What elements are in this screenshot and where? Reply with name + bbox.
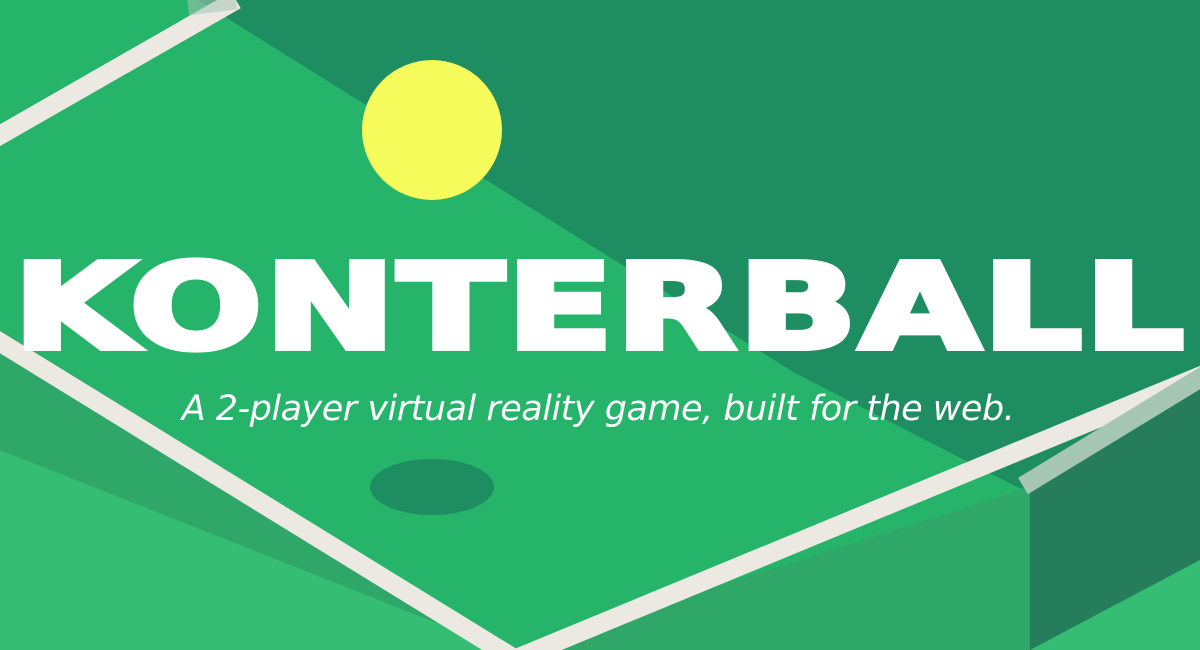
title-screen: KONTERBALL A 2-player virtual reality ga… bbox=[0, 0, 1200, 650]
ball bbox=[362, 60, 502, 200]
game-tagline: A 2-player virtual reality game, built f… bbox=[181, 389, 1015, 429]
court-line-back-left-shaded bbox=[187, 0, 238, 16]
game-title: KONTERBALL bbox=[9, 235, 1188, 379]
ball-shadow bbox=[370, 459, 494, 515]
